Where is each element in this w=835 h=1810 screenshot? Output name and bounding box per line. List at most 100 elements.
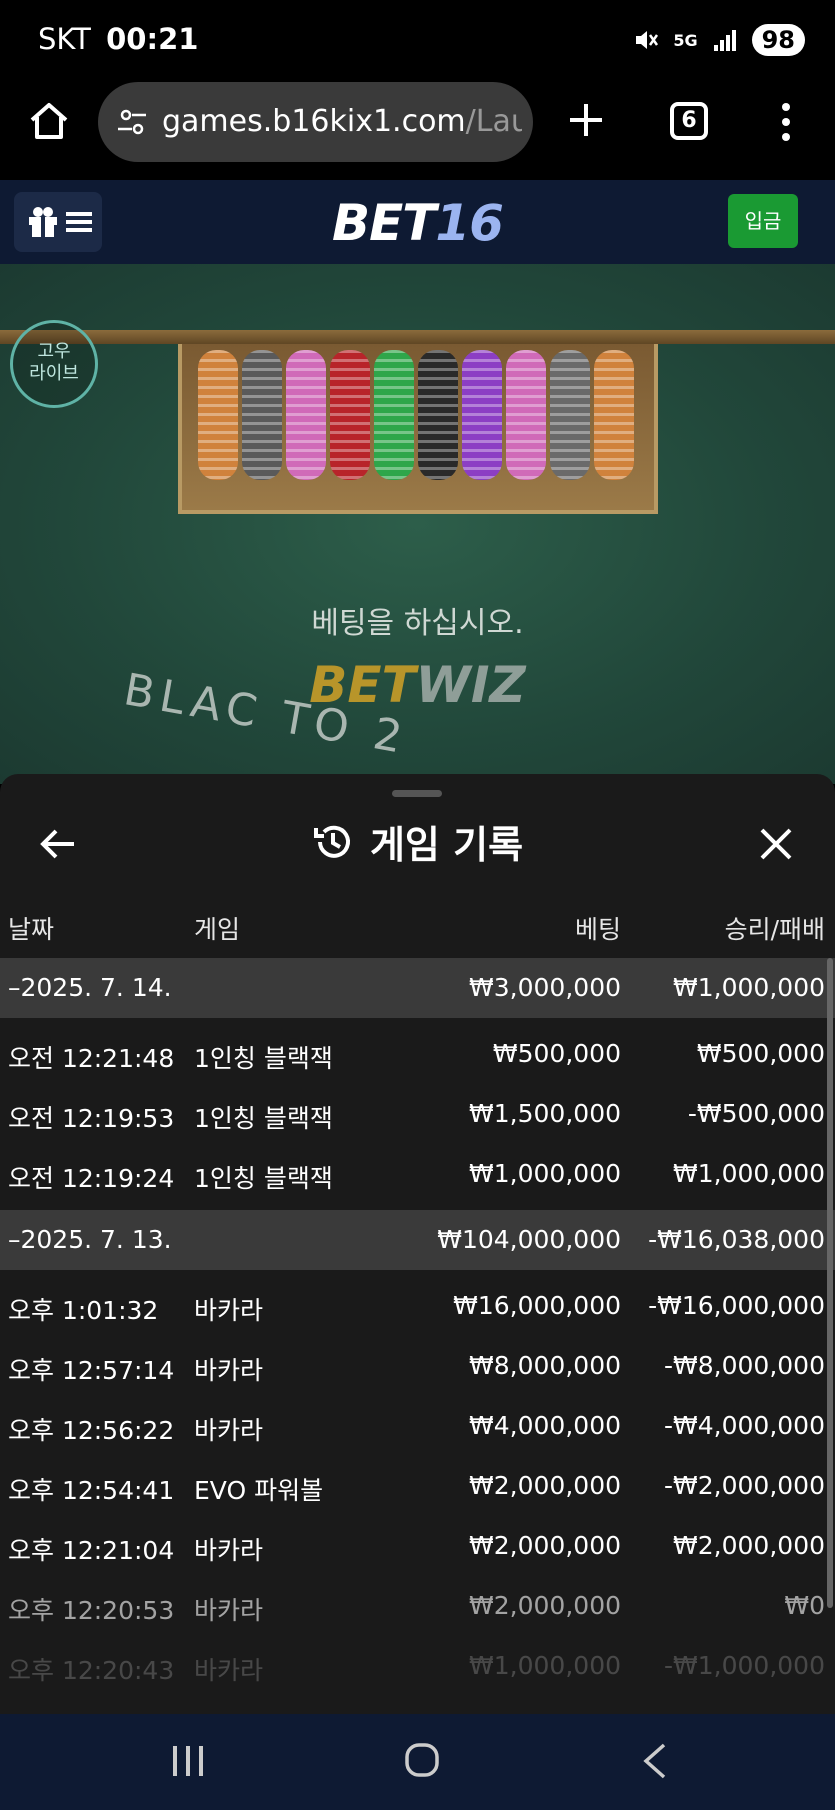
betwiz-wiz: WIZ	[415, 656, 526, 714]
table-row[interactable]: 오후 12:57:14 바카라 ₩8,000,000 -₩8,000,000	[0, 1336, 835, 1396]
row-winloss: -₩1,000,000	[664, 1651, 825, 1680]
signal-icon	[713, 30, 736, 51]
clock: 00:21	[106, 22, 199, 56]
row-winloss: ₩0	[784, 1591, 825, 1620]
deposit-button[interactable]: 입금	[728, 194, 798, 248]
table-row[interactable]: 오전 12:21:48 1인칭 블랙잭 ₩500,000 ₩500,000	[0, 1024, 835, 1084]
date-group-row[interactable]: –2025. 7. 14. ₩3,000,000 ₩1,000,000	[0, 958, 835, 1018]
row-winloss: -₩4,000,000	[664, 1411, 825, 1440]
bet-prompt: 베팅을 하십시오.	[311, 606, 524, 641]
row-game: 1인칭 블랙잭	[194, 1164, 333, 1193]
group-date: –2025. 7. 13.	[8, 1225, 172, 1254]
table-row[interactable]: 오후 12:56:22 바카라 ₩4,000,000 -₩4,000,000	[0, 1396, 835, 1456]
status-bar: SKT 00:21 5G 98	[0, 0, 835, 80]
row-winloss: -₩16,000,000	[648, 1291, 825, 1320]
row-winloss: ₩1,000,000	[673, 1159, 825, 1188]
logo-number: 16	[435, 194, 504, 252]
row-bet: ₩1,000,000	[469, 1651, 621, 1680]
row-game: 1인칭 블랙잭	[194, 1044, 333, 1073]
row-game: 바카라	[194, 1416, 264, 1445]
more-menu-icon[interactable]	[776, 102, 796, 142]
browser-toolbar: games.b16kix1.com/Launch 6	[0, 80, 835, 180]
column-header-winloss: 승리/패배	[724, 915, 825, 944]
group-bet-total: ₩3,000,000	[469, 973, 621, 1002]
address-bar[interactable]: games.b16kix1.com/Launch	[98, 82, 533, 162]
network-type-label: 5G	[673, 30, 698, 50]
badge-line-2: 라이브	[29, 363, 79, 384]
row-time: 오후 12:20:53	[8, 1596, 175, 1625]
group-winloss-total: ₩1,000,000	[673, 973, 825, 1002]
status-icons: 5G 98	[633, 22, 805, 58]
chip-stack	[242, 350, 282, 480]
status-carrier: SKT 00:21	[38, 22, 198, 56]
battery-indicator: 98	[751, 24, 805, 56]
chip-stack	[594, 350, 634, 480]
group-winloss-total: -₩16,038,000	[648, 1225, 825, 1254]
tab-switcher-button[interactable]: 6	[670, 102, 708, 140]
table-row[interactable]: 오후 12:20:43 바카라 ₩1,000,000 -₩1,000,000	[0, 1636, 835, 1696]
nav-home-icon[interactable]	[404, 1742, 440, 1778]
row-game: 바카라	[194, 1596, 264, 1625]
chip-stack	[418, 350, 458, 480]
row-time: 오후 1:01:32	[8, 1296, 159, 1325]
site-settings-icon[interactable]	[116, 106, 148, 138]
row-winloss: -₩500,000	[687, 1099, 825, 1128]
badge-line-1: 고우	[37, 341, 71, 362]
site-header: BET16 입금	[0, 180, 835, 264]
column-header-date: 날짜	[8, 915, 55, 944]
chip-stack	[550, 350, 590, 480]
row-time: 오전 12:21:48	[8, 1044, 175, 1073]
date-group-row[interactable]: –2025. 7. 13. ₩104,000,000 -₩16,038,000	[0, 1210, 835, 1270]
recent-apps-icon[interactable]	[170, 1744, 206, 1778]
row-winloss: -₩8,000,000	[664, 1351, 825, 1380]
url-host: games.b16kix1.com	[162, 104, 466, 139]
row-bet: ₩1,000,000	[469, 1159, 621, 1188]
chip-stack	[286, 350, 326, 480]
chip-stack	[374, 350, 414, 480]
column-header-game: 게임	[194, 915, 241, 944]
title-text: 게임 기록	[369, 823, 524, 867]
row-game: 바카라	[194, 1356, 264, 1385]
chip-tray	[178, 344, 658, 514]
table-row[interactable]: 오후 12:20:53 바카라 ₩2,000,000 ₩0	[0, 1576, 835, 1636]
row-bet: ₩2,000,000	[469, 1531, 621, 1560]
row-game: 바카라	[194, 1656, 264, 1685]
history-table: –2025. 7. 14. ₩3,000,000 ₩1,000,000 오전 1…	[0, 958, 835, 1696]
row-time: 오후 12:21:04	[8, 1536, 175, 1565]
row-bet: ₩2,000,000	[469, 1471, 621, 1500]
history-icon	[313, 825, 350, 858]
game-history-sheet: 게임 기록 날짜 게임 베팅 승리/패배 –2025. 7. 14. ₩3,00…	[0, 774, 835, 1714]
row-time: 오후 12:20:43	[8, 1656, 175, 1685]
row-time: 오후 12:54:41	[8, 1476, 175, 1505]
group-date: –2025. 7. 14.	[8, 973, 172, 1002]
table-row[interactable]: 오후 12:21:04 바카라 ₩2,000,000 ₩2,000,000	[0, 1516, 835, 1576]
home-icon[interactable]	[28, 100, 70, 142]
new-tab-icon[interactable]	[566, 100, 606, 140]
row-bet: ₩1,500,000	[469, 1099, 621, 1128]
row-time: 오전 12:19:53	[8, 1104, 175, 1133]
table-row[interactable]: 오전 12:19:53 1인칭 블랙잭 ₩1,500,000 -₩500,000	[0, 1084, 835, 1144]
close-icon[interactable]	[756, 824, 796, 864]
system-nav-bar	[0, 1714, 835, 1810]
row-game: 바카라	[194, 1296, 264, 1325]
table-row[interactable]: 오전 12:19:24 1인칭 블랙잭 ₩1,000,000 ₩1,000,00…	[0, 1144, 835, 1204]
table-rail	[0, 330, 835, 344]
goo-live-badge[interactable]: 고우 라이브	[10, 320, 98, 408]
url-path: /Launch	[465, 104, 522, 139]
table-row[interactable]: 오후 1:01:32 바카라 ₩16,000,000 -₩16,000,000	[0, 1276, 835, 1336]
row-bet: ₩4,000,000	[469, 1411, 621, 1440]
row-winloss: ₩500,000	[696, 1039, 825, 1068]
sheet-drag-handle[interactable]	[392, 790, 442, 797]
site-logo[interactable]: BET16	[0, 194, 835, 252]
nav-back-icon[interactable]	[640, 1742, 670, 1780]
row-time: 오후 12:56:22	[8, 1416, 175, 1445]
table-row[interactable]: 오후 12:54:41 EVO 파워볼 ₩2,000,000 -₩2,000,0…	[0, 1456, 835, 1516]
chip-stack	[506, 350, 546, 480]
history-scrollbar[interactable]	[827, 958, 833, 1608]
chip-stack	[330, 350, 370, 480]
row-game: 바카라	[194, 1536, 264, 1565]
group-bet-total: ₩104,000,000	[437, 1225, 621, 1254]
row-bet: ₩500,000	[492, 1039, 621, 1068]
row-game: 1인칭 블랙잭	[194, 1104, 333, 1133]
game-table[interactable]: 고우 라이브 베팅을 하십시오. BETWIZ BLAC TO 2	[0, 264, 835, 784]
